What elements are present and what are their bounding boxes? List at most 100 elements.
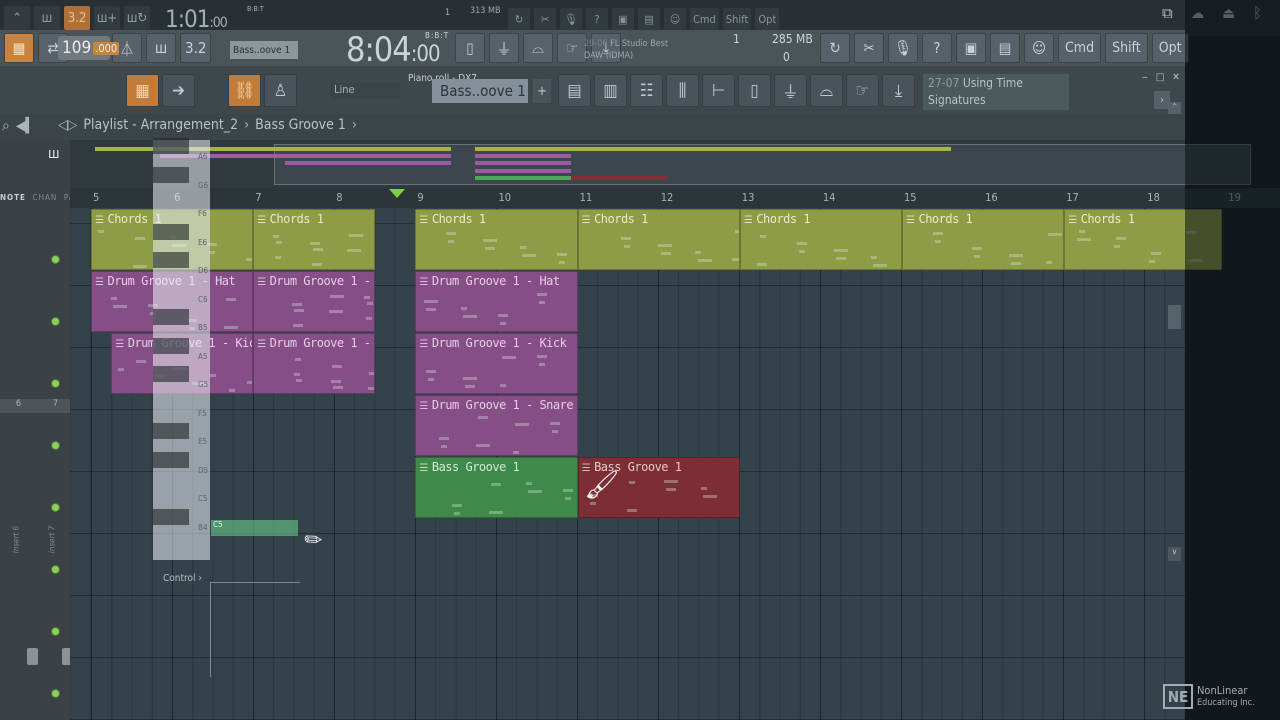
undo-icon[interactable]: ↻	[820, 33, 850, 63]
help-icon[interactable]: ?	[586, 8, 608, 30]
track-2-mute-led[interactable]	[51, 317, 60, 326]
playlist-clip[interactable]: Bass Groove 1	[415, 457, 578, 518]
file-icon[interactable]: ▯	[455, 33, 485, 63]
browser-icon[interactable]: ⊢	[702, 74, 735, 107]
link-icon[interactable]: ⛓	[228, 74, 261, 107]
opt-button[interactable]: Opt	[1151, 33, 1189, 63]
countdown-icon[interactable]: 3.2	[64, 6, 90, 30]
playlist-clip[interactable]: Drum Groove 1 - Snare	[415, 395, 578, 456]
save-audio-icon[interactable]: ▤	[990, 33, 1020, 63]
volume-fader[interactable]	[27, 648, 38, 665]
cut-icon[interactable]: ✂	[854, 33, 884, 63]
scroll-down-icon[interactable]: v	[1168, 547, 1181, 561]
stamp-icon[interactable]: ♙	[264, 74, 297, 107]
pattern-selector[interactable]: Bass..oove 1	[230, 41, 298, 59]
undo-icon[interactable]: ↻	[508, 8, 530, 30]
black-key[interactable]	[153, 508, 189, 525]
hand-icon[interactable]: ☞	[846, 74, 879, 107]
track-4-mute-led[interactable]	[51, 441, 60, 450]
track-1-mute-led[interactable]	[51, 255, 60, 264]
track-3-mute-led[interactable]	[51, 379, 60, 388]
playhead-marker[interactable]	[389, 189, 405, 198]
tab-note[interactable]: NOTE	[0, 193, 26, 202]
playlist-icon[interactable]: ▤	[558, 74, 591, 107]
pedal-icon[interactable]: ⌓	[810, 74, 843, 107]
loop-record-icon[interactable]: ш↻	[124, 6, 150, 30]
countdown-icon[interactable]: 3.2	[180, 33, 212, 63]
timeline-ruler[interactable]	[70, 188, 1280, 208]
save-icon[interactable]: ▣	[612, 8, 634, 30]
channel-rack-icon[interactable]: ▥	[594, 74, 627, 107]
metronome-icon[interactable]: ⌃	[4, 6, 30, 30]
black-key[interactable]	[153, 309, 189, 325]
wait-record-icon[interactable]: ш	[34, 6, 60, 30]
plugin-icon[interactable]: ⏚	[489, 33, 519, 63]
piano-roll-pattern-selector[interactable]: Bass..oove 1	[432, 79, 528, 103]
track-8-mute-led[interactable]	[51, 689, 60, 698]
cut-icon[interactable]: ✂	[534, 8, 556, 30]
step-sequencer-icon[interactable]: ☷	[630, 74, 663, 107]
download-icon[interactable]: ⤓	[882, 74, 915, 107]
mic-icon[interactable]: 🎙	[560, 8, 582, 30]
maximize-icon[interactable]: □	[1156, 72, 1165, 83]
black-key[interactable]	[153, 223, 189, 240]
piano-keyboard-icon[interactable]: ш	[48, 146, 60, 162]
cmd-button[interactable]: Cmd	[690, 8, 719, 30]
playlist-clip[interactable]: Chords 1	[577, 209, 740, 270]
speaker-icon[interactable]: ◀▍	[16, 118, 35, 134]
black-key[interactable]	[153, 423, 189, 439]
news-panel[interactable]: 29-06 FL Studio Best DAW (IDMA)	[584, 38, 668, 62]
help-icon[interactable]: ?	[922, 33, 952, 63]
track-5-mute-led[interactable]	[51, 503, 60, 512]
add-pattern-button[interactable]: +	[533, 79, 551, 103]
breadcrumb-pattern[interactable]: Bass Groove 1	[255, 117, 346, 133]
track-7-mute-led[interactable]	[51, 627, 60, 636]
track-6-mute-led[interactable]	[51, 565, 60, 574]
hint-panel[interactable]: 27-07 Using Time Signatures	[923, 74, 1069, 110]
pedal-icon[interactable]: ⌓	[523, 33, 553, 63]
piano-roll-note[interactable]: C5	[211, 520, 298, 536]
black-key[interactable]	[153, 138, 189, 154]
playlist-clip[interactable]: Chords 1	[739, 209, 902, 270]
zoom-icon[interactable]: ⌕	[2, 118, 10, 134]
black-key[interactable]	[153, 451, 189, 468]
save-icon[interactable]: ▣	[956, 33, 986, 63]
step-edit-icon[interactable]: ш+	[94, 6, 120, 30]
vertical-scrollbar[interactable]	[1168, 305, 1181, 329]
playlist-clip[interactable]: Drum Groove 1 - Hat	[415, 271, 578, 332]
tab-chan[interactable]: CHAN	[33, 193, 58, 202]
shift-button[interactable]: Shift	[1105, 33, 1148, 63]
minimize-icon[interactable]: ‒	[1142, 72, 1148, 83]
shift-button[interactable]: Shift	[722, 8, 752, 30]
tempo-display[interactable]: 109.000	[58, 36, 120, 60]
cmd-button[interactable]: Cmd	[1058, 33, 1102, 63]
black-key[interactable]	[153, 366, 189, 382]
playlist-clip[interactable]: Chords 1	[902, 209, 1065, 270]
mixer-icon[interactable]: ⫼	[666, 74, 699, 107]
wait-input-icon[interactable]: ш	[146, 33, 176, 63]
black-key[interactable]	[153, 252, 189, 268]
playlist-clip[interactable]: Chords 1	[415, 209, 578, 270]
piano-roll-icon[interactable]: ▦	[126, 74, 159, 107]
tool-mode-selector[interactable]: Line	[330, 83, 400, 99]
project-file-icon[interactable]: ▯	[738, 74, 771, 107]
piano-roll-mode-icon[interactable]: ▦	[4, 33, 34, 63]
black-key[interactable]	[153, 166, 189, 183]
event-control-area[interactable]	[210, 582, 300, 677]
chat-icon[interactable]: ☺	[1024, 33, 1054, 63]
close-icon[interactable]: ✕	[1172, 72, 1180, 83]
speaker-arrows-icon[interactable]: ◁▷	[58, 117, 77, 133]
plugin-icon[interactable]: ⏚	[774, 74, 807, 107]
hand-icon[interactable]: ☞	[557, 33, 587, 63]
playlist-clip[interactable]: Drum Groove 1 - Kick	[253, 333, 375, 394]
playlist-clip[interactable]: Chords 1	[253, 209, 375, 270]
playlist-clip[interactable]: Drum Groove 1 - Kick	[415, 333, 578, 394]
chat-icon[interactable]: ☺	[664, 8, 686, 30]
save-audio-icon[interactable]: ▤	[638, 8, 660, 30]
opt-button[interactable]: Opt	[755, 8, 780, 30]
playlist-clip[interactable]: Drum Groove 1 - Hat	[253, 271, 375, 332]
black-key[interactable]	[153, 337, 189, 354]
arrow-right-icon[interactable]: ➔	[162, 74, 195, 107]
control-lane-label[interactable]: Control ›	[163, 573, 202, 584]
screen-record-icon[interactable]: ⧉	[1162, 4, 1173, 22]
